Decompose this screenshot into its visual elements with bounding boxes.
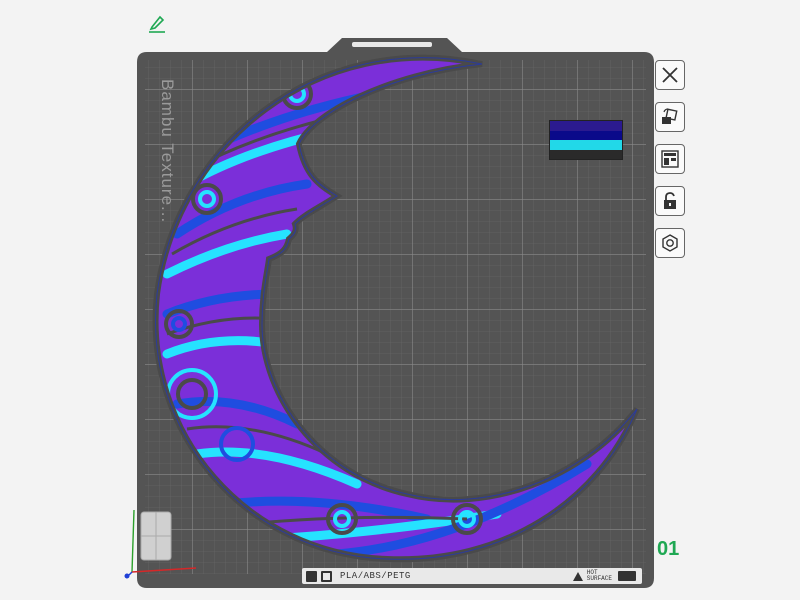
pencil-icon <box>149 15 165 33</box>
hot-surface-warning: HOT SURFACE <box>572 570 612 582</box>
warning-triangle-icon <box>572 571 583 581</box>
plate-texture-label: Bambu Texture... <box>158 79 177 224</box>
close-plate-button[interactable] <box>655 60 685 90</box>
y-axis-line <box>131 509 135 573</box>
filament-color-1 <box>550 121 622 131</box>
plate-handle <box>352 42 432 47</box>
unlock-icon <box>664 192 676 209</box>
filament-color-indicator <box>549 120 623 160</box>
hex-nut-icon <box>662 234 678 252</box>
plate-type-icon <box>306 570 317 582</box>
close-icon <box>662 67 678 83</box>
x-axis-line <box>131 567 197 573</box>
plate-toolbar <box>655 60 687 270</box>
plate-info-bar: PLA/ABS/PETG HOT SURFACE <box>302 568 642 584</box>
lock-button[interactable] <box>655 186 685 216</box>
plate-end-icon <box>618 571 636 581</box>
filament-color-2 <box>550 130 622 140</box>
plate-number: 01 <box>657 538 680 560</box>
auto-orient-icon <box>662 108 678 124</box>
origin-dot <box>124 573 130 579</box>
filament-color-4 <box>550 149 622 159</box>
arrange-icon <box>661 150 679 168</box>
plate-canvas[interactable] <box>137 34 654 588</box>
arrange-button[interactable] <box>655 144 685 174</box>
build-plate[interactable]: Bambu Texture... PLA/ABS/PETG HOT SURFAC… <box>137 34 654 588</box>
edit-plate-name-button[interactable] <box>146 12 168 34</box>
filament-compatibility-text: PLA/ABS/PETG <box>340 571 411 581</box>
plate-mode-icon <box>321 570 332 582</box>
filament-color-3 <box>550 140 622 150</box>
plate-settings-button[interactable] <box>655 228 685 258</box>
auto-orient-button[interactable] <box>655 102 685 132</box>
axis-gizmo <box>120 500 200 585</box>
